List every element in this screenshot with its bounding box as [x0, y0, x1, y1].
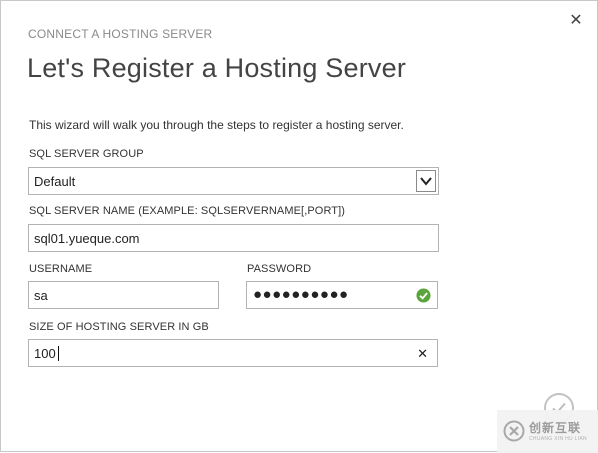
chevron-down-icon[interactable] [416, 170, 436, 192]
group-value: Default [34, 174, 76, 189]
size-value: 100 [34, 346, 56, 361]
username-label: USERNAME [29, 263, 93, 275]
clear-icon[interactable]: ✕ [417, 346, 428, 362]
close-icon[interactable]: ✕ [567, 12, 585, 30]
dialog-description: This wizard will walk you through the st… [29, 118, 404, 132]
text-caret [58, 346, 59, 361]
dialog: ✕ CONNECT A HOSTING SERVER Let's Registe… [0, 0, 598, 453]
check-circle-icon [416, 288, 431, 303]
watermark-logo-icon [503, 420, 525, 442]
password-label: PASSWORD [247, 263, 312, 275]
server-name-value: sql01.yueque.com [34, 231, 140, 246]
size-label: SIZE OF HOSTING SERVER IN GB [29, 321, 209, 333]
server-name-label: SQL SERVER NAME (EXAMPLE: SQLSERVERNAME[… [29, 205, 346, 217]
group-label: SQL SERVER GROUP [29, 148, 144, 160]
username-value: sa [34, 288, 48, 303]
sql-server-group-select[interactable]: Default [28, 167, 439, 195]
username-input[interactable]: sa [28, 281, 219, 309]
watermark: 创新互联 CHUANG XIN HU LIAN [497, 410, 598, 453]
password-mask: ●●●●●●●●●● [253, 286, 349, 303]
dialog-kicker: CONNECT A HOSTING SERVER [28, 27, 213, 41]
size-input[interactable]: 100 ✕ [28, 339, 438, 367]
password-input[interactable]: ●●●●●●●●●● [246, 281, 438, 309]
dialog-title: Let's Register a Hosting Server [27, 53, 407, 83]
watermark-name: 创新互联 [529, 421, 582, 435]
watermark-sub: CHUANG XIN HU LIAN [529, 436, 587, 442]
server-name-input[interactable]: sql01.yueque.com [28, 224, 439, 252]
